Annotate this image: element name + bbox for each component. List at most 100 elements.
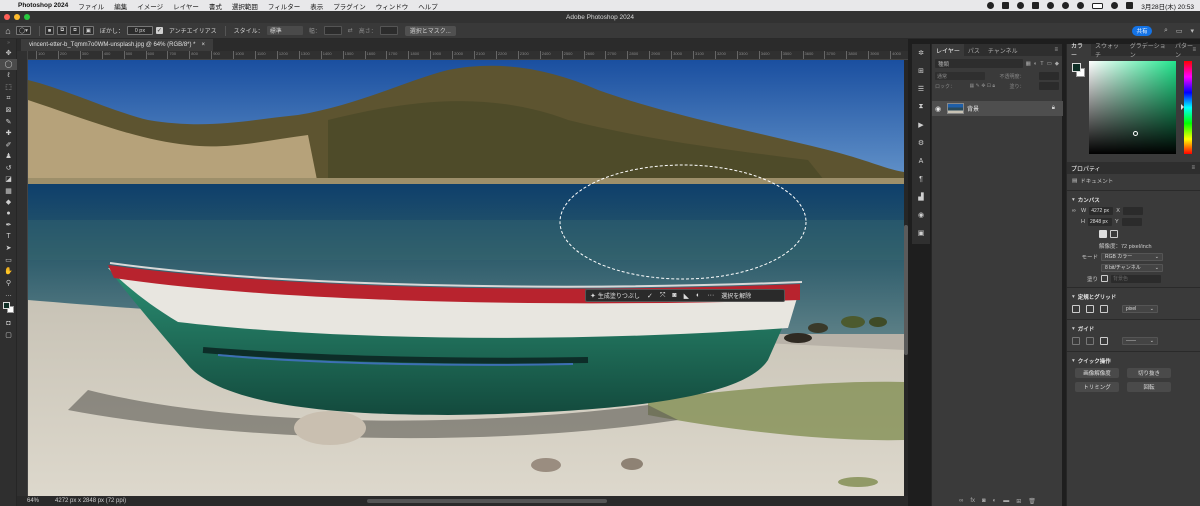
eye-icon[interactable]: ◉ <box>932 105 944 113</box>
adjustment-layer-icon[interactable]: ◐ <box>993 498 997 504</box>
link-icon[interactable]: ∞ <box>1072 208 1078 214</box>
vertical-scrollbar[interactable] <box>904 60 908 496</box>
new-selection-icon[interactable]: ■ <box>44 26 55 35</box>
chevron-down-icon[interactable]: ▾ <box>1072 294 1075 300</box>
document-canvas[interactable] <box>28 60 904 496</box>
eraser-tool-icon[interactable]: ◪ <box>0 174 17 186</box>
generative-fill-button[interactable]: ✦ 生成塗りつぶし <box>590 291 640 301</box>
intersect-selection-icon[interactable]: ▣ <box>82 26 94 35</box>
unit-select[interactable]: pixel ⌄ <box>1122 305 1158 313</box>
fill-icon[interactable]: ◣ <box>684 292 689 300</box>
frame-tool-icon[interactable]: ⊠ <box>0 105 17 117</box>
fill-select[interactable]: 背景色 <box>1111 274 1161 283</box>
subtract-selection-icon[interactable]: ⧈ <box>70 26 80 35</box>
adjustment-icon[interactable]: ◐ <box>696 292 700 299</box>
chevron-down-icon[interactable]: ▾ <box>1190 27 1194 35</box>
clone-stamp-tool-icon[interactable]: ♟ <box>0 151 17 163</box>
new-layer-icon[interactable]: ⊞ <box>1016 498 1021 505</box>
select-and-mask-button[interactable]: 選択とマスク... <box>404 25 456 36</box>
ruler-icon[interactable] <box>1072 305 1080 313</box>
menu-view[interactable]: 表示 <box>310 1 323 11</box>
document-info[interactable]: 4272 px x 2848 px (72 ppi) <box>55 498 126 504</box>
fill-swatch[interactable] <box>1101 275 1108 282</box>
portrait-icon[interactable] <box>1099 229 1107 238</box>
pen-tool-icon[interactable]: ✒ <box>0 220 17 232</box>
more-tools-icon[interactable]: … <box>0 289 17 301</box>
healing-brush-tool-icon[interactable]: ✚ <box>0 128 17 140</box>
transform-selection-icon[interactable]: ⤧ <box>660 292 666 300</box>
menu-select[interactable]: 選択範囲 <box>232 1 258 11</box>
modify-selection-icon[interactable]: ✓ <box>647 292 653 300</box>
path-selection-tool-icon[interactable]: ➤ <box>0 243 17 255</box>
color-field[interactable] <box>1089 61 1176 154</box>
chevron-down-icon[interactable]: ▾ <box>1072 326 1075 332</box>
gradient-tool-icon[interactable]: ▦ <box>0 185 17 197</box>
hue-slider[interactable] <box>1181 61 1192 154</box>
add-mask-icon[interactable]: ◙ <box>982 498 986 504</box>
eyedropper-tool-icon[interactable]: ✎ <box>0 116 17 128</box>
menu-image[interactable]: イメージ <box>137 1 163 11</box>
x-input[interactable] <box>1122 206 1143 215</box>
guide-style-select[interactable]: —— ⌄ <box>1122 337 1158 345</box>
control-center-icon[interactable] <box>1126 2 1134 9</box>
app-menu[interactable]: Photoshop 2024 <box>18 2 68 9</box>
zoom-window-button[interactable] <box>24 14 30 20</box>
tab-color[interactable]: カラー <box>1067 44 1092 59</box>
document-tab[interactable]: vincent-etter-b_Tqmm7o0WM-unsplash.jpg @… <box>21 39 214 51</box>
filter-smart-icon[interactable]: ◆ <box>1055 61 1059 67</box>
share-button[interactable]: 共有 <box>1132 26 1152 36</box>
status-icon[interactable] <box>1062 2 1070 9</box>
battery-icon[interactable] <box>1092 2 1104 9</box>
character-icon[interactable]: A <box>912 152 930 170</box>
fill-input[interactable] <box>1039 82 1059 90</box>
zoom-tool-icon[interactable]: ⚲ <box>0 277 17 289</box>
swap-icon[interactable]: ⇄ <box>348 27 353 34</box>
image-size-button[interactable]: 画像解像度 <box>1075 368 1119 378</box>
blur-tool-icon[interactable]: ◆ <box>0 197 17 209</box>
layer-row-background[interactable]: ◉ 背景 🔒︎ <box>932 101 1063 116</box>
search-icon[interactable] <box>1111 2 1119 9</box>
status-icon[interactable] <box>1017 2 1025 9</box>
menu-window[interactable]: ウィンドウ <box>376 1 409 11</box>
status-icon[interactable] <box>1032 2 1040 9</box>
close-window-button[interactable] <box>4 14 10 20</box>
landscape-icon[interactable] <box>1110 229 1118 238</box>
panel-menu-icon[interactable]: ≡ <box>1192 47 1196 53</box>
scrollbar-thumb[interactable] <box>904 225 908 355</box>
wifi-icon[interactable] <box>1077 2 1085 9</box>
deselect-button[interactable]: 選択を解除 <box>721 291 751 300</box>
navigator-icon[interactable]: ◉ <box>912 206 930 224</box>
hue-slider-handle[interactable] <box>1181 104 1184 110</box>
link-layers-icon[interactable]: ∞ <box>959 498 963 504</box>
height-input[interactable] <box>379 26 398 35</box>
blend-mode-select[interactable]: 通常 <box>935 72 985 80</box>
trim-button[interactable]: トリミング <box>1075 382 1119 392</box>
menu-plugins[interactable]: プラグイン <box>333 1 366 11</box>
layer-filter-kind[interactable]: 種類 <box>935 59 1023 68</box>
crop-button[interactable]: 切り抜き <box>1127 368 1171 378</box>
lasso-tool-icon[interactable]: ℓ <box>0 70 17 82</box>
opacity-input[interactable] <box>1038 72 1059 80</box>
type-tool-icon[interactable]: T <box>0 231 17 243</box>
properties-icon[interactable]: ☰ <box>912 80 930 98</box>
more-options-icon[interactable]: ··· <box>707 292 714 299</box>
panel-menu-icon[interactable]: ≡ <box>1191 165 1195 171</box>
crop-tool-icon[interactable]: ⌗ <box>0 93 17 105</box>
delete-layer-icon[interactable]: 🗑︎ <box>1028 498 1036 505</box>
menu-help[interactable]: ヘルプ <box>418 1 438 11</box>
menu-edit[interactable]: 編集 <box>114 1 127 11</box>
quick-actions-section[interactable]: ▾ クイック操作 <box>1067 355 1200 366</box>
horizontal-ruler[interactable]: 100 200 300 400 500 600 700 800 900 1000 1100 1200 1… <box>28 51 908 60</box>
rectangle-tool-icon[interactable]: ▭ <box>0 254 17 266</box>
history-brush-tool-icon[interactable]: ↺ <box>0 162 17 174</box>
y-input[interactable] <box>1121 217 1142 226</box>
object-selection-tool-icon[interactable]: ⬚ <box>0 82 17 94</box>
clock[interactable]: 3月28日(木) 20:53 <box>1141 1 1194 11</box>
status-icon[interactable] <box>987 2 995 9</box>
ellipse-marquee-tool-preset[interactable]: ◯▾ <box>16 26 31 35</box>
close-tab-icon[interactable]: × <box>202 42 206 48</box>
move-tool-icon[interactable]: ✥ <box>0 47 17 59</box>
filter-pixel-icon[interactable]: ▦ <box>1026 61 1031 67</box>
home-icon[interactable]: ⌂ <box>0 26 16 36</box>
status-icon[interactable] <box>1002 2 1010 9</box>
